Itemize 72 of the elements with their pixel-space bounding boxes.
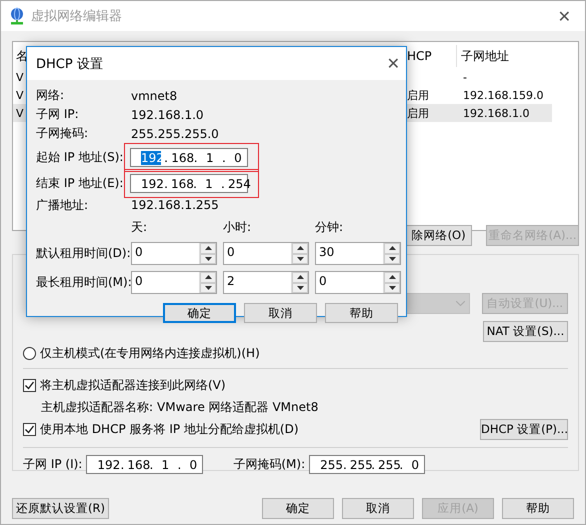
field-value: 192.168.1.0 xyxy=(131,108,205,122)
field-label: 网络: xyxy=(36,87,66,104)
checkbox[interactable] xyxy=(23,379,36,392)
field-value: 255.255.255.0 xyxy=(131,126,220,140)
checkbox-label: 使用本地 DHCP 服务将 IP 地址分配给虚拟机(D) xyxy=(40,421,300,438)
table-cell-text: - xyxy=(462,70,468,84)
help-button[interactable]: 帮助 xyxy=(502,498,574,519)
spin-field[interactable]: 0 xyxy=(223,242,309,265)
table-cell-text: 192.168.159.0 xyxy=(462,88,544,102)
spin-up-icon[interactable] xyxy=(388,275,396,280)
ok-button[interactable]: 确定 xyxy=(262,498,334,519)
dialog-title: DHCP 设置 xyxy=(36,56,103,72)
field-label: 子网掩码(M): xyxy=(233,456,306,473)
spin-field[interactable]: 0 xyxy=(131,242,217,265)
restore-defaults-button[interactable]: 还原默认设置(R) xyxy=(12,498,109,519)
field-label: 最长租用时间(M): xyxy=(36,274,131,291)
field-label: 广播地址: xyxy=(36,196,90,214)
field-label: 默认租用时间(D): xyxy=(36,245,131,262)
table-cell-text: 启用 xyxy=(407,106,430,120)
spin-field[interactable]: 30 xyxy=(315,242,401,265)
spin-down-icon[interactable] xyxy=(388,256,396,261)
ip-address-field[interactable]: 192. 168. 1 . 254 xyxy=(130,174,248,193)
table-cell-text: 192.168.1.0 xyxy=(462,106,530,120)
dhcp-settings-button[interactable]: DHCP 设置(P)... xyxy=(480,419,568,440)
cancel-button[interactable]: 取消 xyxy=(342,498,414,519)
spin-up-icon[interactable] xyxy=(388,246,396,250)
spin-down-icon[interactable] xyxy=(296,286,304,290)
spin-up-icon[interactable] xyxy=(204,246,212,250)
field-label: 起始 IP 地址(S): xyxy=(36,149,124,166)
network-globe-icon xyxy=(9,7,25,25)
field-label: 子网掩码: xyxy=(36,125,90,142)
subnet-mask-field[interactable]: 255. 255. 255. 0 xyxy=(309,455,426,474)
spin-down-icon[interactable] xyxy=(296,256,304,261)
column-header[interactable]: 子网地址 xyxy=(457,45,557,67)
radio-button[interactable] xyxy=(23,347,36,360)
spin-up-icon[interactable] xyxy=(296,246,304,250)
spin-field[interactable]: 0 xyxy=(315,271,401,294)
spin-down-icon[interactable] xyxy=(204,286,212,290)
radio-label: 仅主机模式(在专用网络内连接虚拟机)(H) xyxy=(40,345,260,362)
field-label: 子网 IP (I): xyxy=(23,456,82,473)
table-cell-text: V xyxy=(15,88,25,102)
chevron-down-icon xyxy=(456,301,465,306)
checkbox[interactable] xyxy=(23,423,36,436)
spin-down-icon[interactable] xyxy=(204,256,212,261)
field-label: 子网 IP: xyxy=(36,106,80,123)
adapter-name: VMware 网络适配器 VMnet8 xyxy=(157,399,318,416)
subnet-ip-field[interactable]: 192. 168. 1 . 0 xyxy=(86,455,204,474)
column-label: 小时: xyxy=(223,219,252,236)
spin-field[interactable]: 2 xyxy=(223,271,309,294)
close-button[interactable]: ✕ xyxy=(380,54,406,73)
column-label: 分钟: xyxy=(315,219,344,236)
field-label: 主机虚拟适配器名称: xyxy=(41,399,154,416)
table-cell-text: V xyxy=(15,70,25,84)
column-label: 天: xyxy=(131,219,148,236)
field-value: vmnet8 xyxy=(131,88,178,102)
spin-down-icon[interactable] xyxy=(388,286,396,290)
cancel-button[interactable]: 取消 xyxy=(244,303,317,323)
ok-button[interactable]: 确定 xyxy=(163,303,236,323)
table-cell-text: V xyxy=(15,106,25,120)
remove-network-button[interactable]: 除网络(O) xyxy=(405,225,472,246)
field-value: 192.168.1.255 xyxy=(131,198,220,212)
nat-settings-button[interactable]: NAT 设置(S)... xyxy=(483,321,568,342)
help-button[interactable]: 帮助 xyxy=(325,303,398,323)
column-header[interactable]: 名 xyxy=(13,45,27,67)
close-button[interactable]: ✕ xyxy=(552,6,577,26)
window-title: 虚拟网络编辑器 xyxy=(31,8,123,25)
checkbox-label: 将主机虚拟适配器连接到此网络(V) xyxy=(40,377,226,394)
spin-up-icon[interactable] xyxy=(204,275,212,280)
table-cell-text: 启用 xyxy=(407,88,430,102)
spin-up-icon[interactable] xyxy=(296,275,304,280)
spin-field[interactable]: 0 xyxy=(131,271,217,294)
field-label: 结束 IP 地址(E): xyxy=(36,175,124,192)
